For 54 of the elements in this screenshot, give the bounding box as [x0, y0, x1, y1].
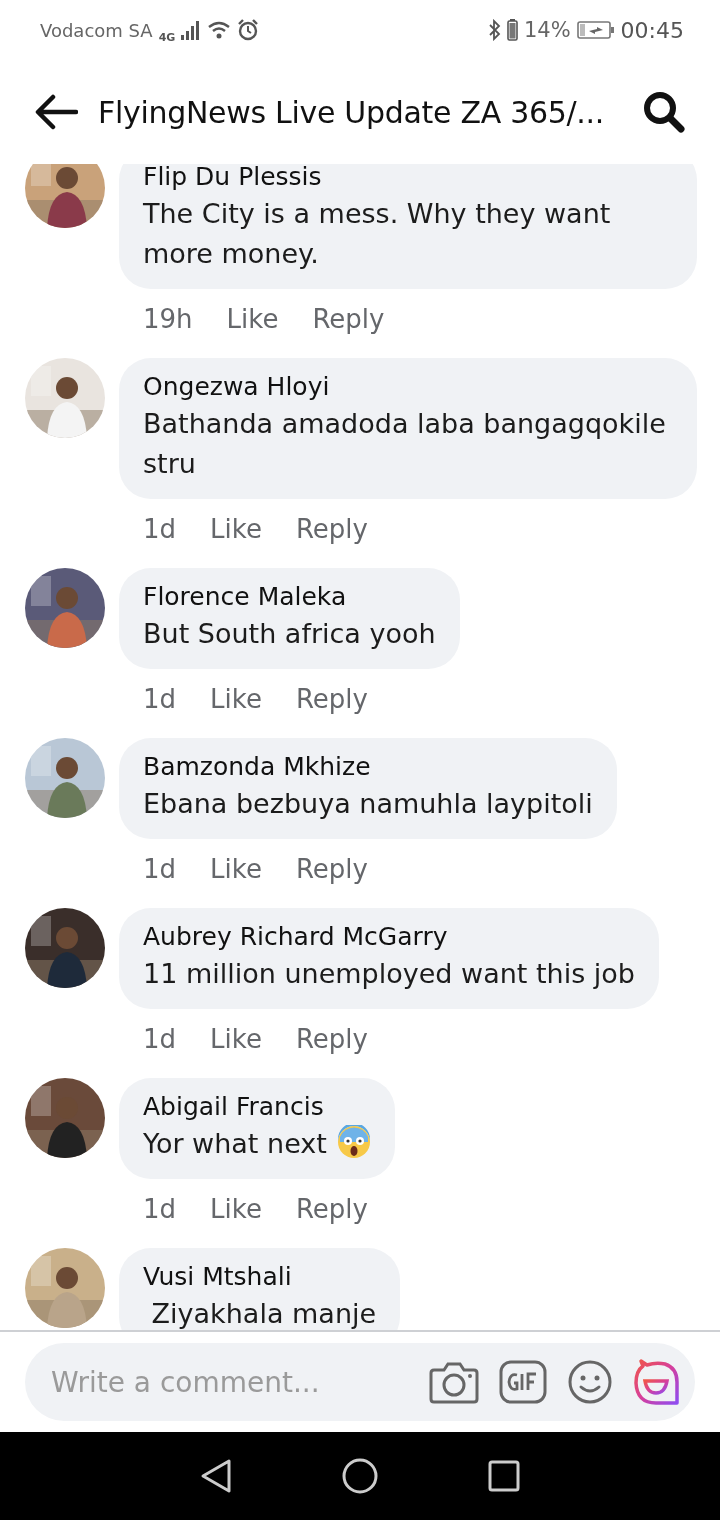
bluetooth-icon: [488, 19, 501, 41]
clock-time: 00:45: [620, 17, 684, 43]
battery-icon: [506, 19, 518, 41]
gif-icon[interactable]: [499, 1360, 547, 1404]
comment-text: The City is a mess. Why they want more money.: [143, 197, 612, 271]
page-title: FlyingNews Live Update ZA 365/...: [98, 94, 605, 130]
like-link[interactable]: Like: [210, 684, 262, 714]
nav-recents-icon[interactable]: [488, 1460, 520, 1492]
search-button[interactable]: [642, 90, 686, 134]
commenter-name: Vusi Mtshali: [143, 1261, 293, 1293]
nav-back-icon[interactable]: [200, 1458, 232, 1494]
comment-time: 1d: [143, 854, 177, 884]
reply-link[interactable]: Reply: [295, 684, 368, 714]
like-link[interactable]: Like: [210, 854, 262, 884]
comment-text: 11 million unemployed want this job: [143, 957, 635, 991]
commenter-name: Florence Maleka: [143, 581, 348, 613]
reply-link[interactable]: Reply: [295, 1194, 368, 1224]
commenter-name: Aubrey Richard McGarry: [143, 921, 449, 953]
comment-input[interactable]: Write a comment...: [49, 1364, 409, 1400]
comment-text: Ebana bezbuya namuhla laypitoli: [143, 787, 593, 821]
commenter-name: Ongezwa Hloyi: [143, 371, 331, 403]
signal-icon: [181, 20, 202, 40]
alarm-icon: [237, 19, 260, 41]
comment-time: 1d: [143, 684, 177, 714]
comment-time: 1d: [143, 514, 177, 544]
commenter-name: Flip Du Plessis: [143, 164, 323, 193]
network-type: 4G: [158, 30, 176, 44]
sticker-icon[interactable]: [633, 1359, 679, 1405]
reply-link[interactable]: Reply: [295, 514, 368, 544]
like-link[interactable]: Like: [226, 304, 279, 334]
comment-text: Yor what next: [143, 1124, 371, 1164]
comment-text: Bathanda amadoda laba bangagqokile stru: [143, 407, 667, 481]
like-link[interactable]: Like: [210, 1024, 262, 1054]
commenter-name: Abigail Francis: [143, 1091, 325, 1123]
reply-link[interactable]: Reply: [295, 854, 368, 884]
comment-text: But South africa yooh: [143, 617, 436, 651]
wifi-icon: [207, 20, 232, 40]
comment-time: 19h: [143, 304, 193, 334]
reply-link[interactable]: Reply: [295, 1024, 368, 1054]
back-button[interactable]: [34, 94, 78, 130]
comment-time: 1d: [143, 1194, 177, 1224]
charging-battery-icon: [576, 20, 615, 40]
reply-link[interactable]: Reply: [312, 304, 385, 334]
camera-icon[interactable]: [429, 1360, 479, 1404]
like-link[interactable]: Like: [210, 1194, 262, 1224]
screaming-face-icon: [336, 1125, 371, 1159]
like-link[interactable]: Like: [210, 514, 262, 544]
comment-time: 1d: [143, 1024, 177, 1054]
carrier-name: Vodacom SA: [40, 19, 153, 41]
commenter-name: Bamzonda Mkhize: [143, 751, 372, 783]
nav-home-icon[interactable]: [342, 1458, 378, 1494]
emoji-icon[interactable]: [567, 1359, 613, 1405]
comment-text: Ziyakhala manje: [150, 1297, 377, 1330]
battery-percent: 14%: [523, 18, 571, 42]
